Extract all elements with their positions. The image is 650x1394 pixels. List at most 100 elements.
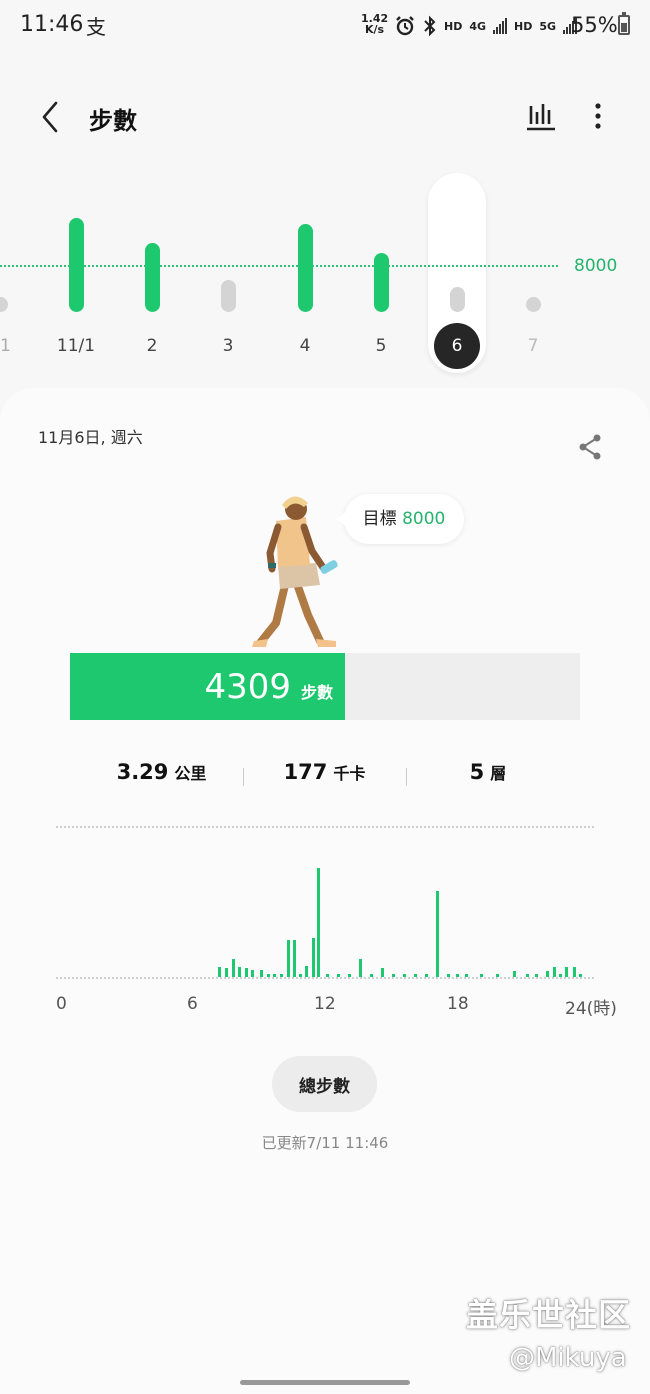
day-bar-4[interactable] <box>298 223 313 312</box>
network-speed-unit: K/s <box>365 23 385 36</box>
app-notification-icon: 支 <box>86 15 106 39</box>
day-bar-6[interactable] <box>450 286 465 312</box>
bluetooth-icon <box>424 15 436 37</box>
steps-value: 4309 <box>204 666 291 707</box>
goal-bubble-value: 8000 <box>402 509 446 529</box>
day-label-3[interactable]: 3 <box>198 336 258 356</box>
hourly-bar <box>552 967 556 977</box>
day-label-5[interactable]: 5 <box>351 336 411 356</box>
hourly-bar <box>403 974 407 977</box>
hourly-bar <box>305 966 309 977</box>
battery-icon <box>618 12 630 35</box>
day-bar-5[interactable] <box>374 253 389 312</box>
hourly-bar <box>238 967 242 977</box>
hourly-bar <box>311 938 315 977</box>
day-bar-7[interactable] <box>526 297 541 312</box>
selected-date: 11月6日, 週六 <box>38 428 143 447</box>
more-vert-icon[interactable] <box>581 98 615 134</box>
day-bar-11-1[interactable] <box>69 218 84 312</box>
day-label-7[interactable]: 7 <box>503 336 563 356</box>
stat-floors: 5層 <box>406 760 570 784</box>
day-label-31[interactable]: 31 <box>0 336 30 356</box>
page-title: 步數 <box>89 107 137 135</box>
hourly-bar <box>260 970 264 977</box>
stat-distance-unit: 公里 <box>174 764 207 783</box>
day-bar-2[interactable] <box>145 242 160 312</box>
status-bar: 11:46 支 1.42 K/s HD 4G HD 5G 55% <box>0 0 650 52</box>
battery-level <box>621 23 627 32</box>
hourly-bar <box>293 940 297 977</box>
hourly-bar <box>436 891 440 977</box>
hourly-bar <box>559 974 563 977</box>
hourly-baseline <box>56 977 594 979</box>
bar-chart-icon[interactable] <box>524 98 558 134</box>
hd-label-1: HD <box>444 19 463 33</box>
hourly-bar <box>464 974 468 977</box>
hourly-bar <box>480 974 484 977</box>
day-label-11-1[interactable]: 11/1 <box>46 336 106 356</box>
hourly-bar <box>564 967 568 977</box>
steps-unit: 步數 <box>300 682 333 702</box>
goal-bubble: 目標 8000 <box>336 494 464 544</box>
day-label-2[interactable]: 2 <box>122 336 182 356</box>
hourly-bar <box>414 974 418 977</box>
day-bar-31[interactable] <box>0 297 8 312</box>
battery-percent: 55% <box>571 13 618 37</box>
hourly-bar <box>546 971 550 977</box>
hourly-bar <box>456 974 459 977</box>
hourly-bar <box>370 974 374 977</box>
hourly-bar <box>225 968 228 977</box>
hourly-bar <box>359 959 363 977</box>
hourly-axis-label-18: 18 <box>447 994 469 1014</box>
steps-progress-bar: 4309 步數 <box>70 653 580 720</box>
hourly-axis-label-12: 12 <box>314 994 336 1014</box>
walking-person-illustration <box>252 496 338 647</box>
hourly-axis-label-6: 6 <box>187 994 198 1014</box>
share-icon[interactable] <box>577 433 603 461</box>
network-type-1: 4G <box>469 19 487 33</box>
hourly-bar <box>535 974 539 977</box>
stat-distance-value: 3.29 <box>116 760 169 784</box>
hourly-bar <box>495 974 499 977</box>
back-arrow-icon[interactable] <box>36 100 66 134</box>
network-type-2: 5G <box>539 19 557 33</box>
day-detail-card: 11月6日, 週六 目標 8000 4309 步數 3.29 公里 177 千卡… <box>0 388 650 1394</box>
day-label-6[interactable]: 6 <box>434 323 480 369</box>
stat-calories-value: 177 <box>283 760 328 784</box>
stat-floors-unit: 層 <box>490 764 507 783</box>
stat-distance: 3.29 公里 <box>80 760 243 784</box>
hourly-bar <box>579 974 583 977</box>
watermark-user: @Mikuya <box>509 1343 627 1373</box>
weekly-steps-chart: 8000 31 11/1 2345 6 7 <box>0 150 650 380</box>
hourly-bar <box>298 974 302 977</box>
stats-row: 3.29 公里 177 千卡 5層 <box>80 760 570 794</box>
stat-floors-value: 5 <box>469 760 485 784</box>
hourly-bar <box>251 970 255 977</box>
hourly-bar <box>326 974 330 977</box>
hourly-bar <box>244 968 248 977</box>
hd-label-2: HD <box>514 19 533 33</box>
total-steps-button[interactable]: 總步數 <box>272 1056 377 1112</box>
steps-count: 4309 步數 <box>70 653 345 720</box>
hourly-bar <box>513 971 517 977</box>
hourly-bar <box>280 974 283 977</box>
hourly-bar <box>348 974 352 977</box>
stat-calories: 177 千卡 <box>243 760 406 784</box>
status-time: 11:46 <box>20 12 84 37</box>
hourly-top-gridline <box>56 826 594 828</box>
status-icons: HD 4G HD 5G <box>394 14 578 38</box>
hourly-axis-label-0: 0 <box>56 994 67 1014</box>
hourly-bar <box>447 974 451 977</box>
day-label-4[interactable]: 4 <box>275 336 335 356</box>
watermark-community: 盖乐世社区 <box>466 1296 632 1334</box>
home-indicator[interactable] <box>240 1380 410 1385</box>
hourly-bar <box>392 974 396 977</box>
alarm-icon <box>396 16 414 36</box>
hourly-bar <box>218 967 222 977</box>
hourly-bar <box>317 868 321 977</box>
goal-line-label: 8000 <box>574 256 618 276</box>
hourly-bar <box>381 968 385 977</box>
day-bar-3[interactable] <box>221 279 236 312</box>
hourly-bar <box>231 959 235 977</box>
stat-calories-unit: 千卡 <box>333 764 366 783</box>
